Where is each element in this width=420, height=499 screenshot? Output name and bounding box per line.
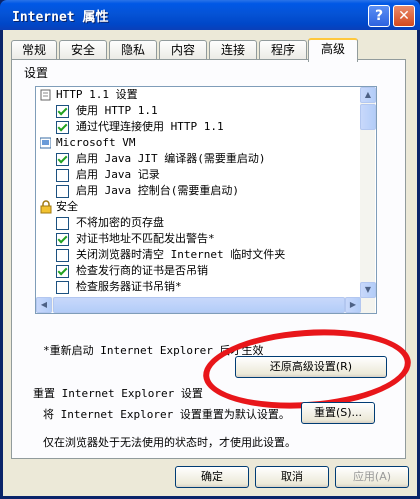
list-item[interactable]: 不将加密的页存盘 (56, 215, 164, 231)
checkbox[interactable] (56, 105, 69, 118)
checkbox[interactable] (56, 121, 69, 134)
list-item: HTTP 1.1 设置 (40, 87, 138, 103)
checkbox[interactable] (56, 217, 69, 230)
list-item-label: 不将加密的页存盘 (76, 216, 164, 229)
list-item[interactable]: 关闭浏览器时清空 Internet 临时文件夹 (56, 247, 285, 263)
tab-content[interactable]: 内容 (159, 40, 207, 59)
list-item-label: 检查发行商的证书是否吊销 (76, 264, 208, 277)
cancel-button[interactable]: 取消 (255, 466, 329, 488)
reset-section-label: 重置 Internet Explorer 设置 (33, 387, 203, 400)
list-item-label: Microsoft VM (56, 136, 136, 149)
list-item[interactable]: 启用 Java 记录 (56, 167, 160, 183)
checkbox[interactable] (56, 169, 69, 182)
list-item[interactable]: 检查服务器证书吊销* (56, 279, 182, 295)
checkbox[interactable] (56, 249, 69, 262)
close-button[interactable]: ✕ (393, 5, 415, 27)
list-item-label: 安全 (56, 200, 78, 213)
tab-connections[interactable]: 连接 (209, 40, 257, 59)
checkbox[interactable] (56, 265, 69, 278)
horizontal-scroll-thumb[interactable] (53, 297, 345, 313)
lock-icon (40, 200, 52, 214)
checkbox[interactable] (56, 185, 69, 198)
settings-category-icon (40, 89, 51, 101)
list-item[interactable]: 使用 HTTP 1.1 (56, 103, 158, 119)
scroll-left-button[interactable]: ◀ (36, 297, 52, 313)
checkbox[interactable] (56, 233, 69, 246)
tab-advanced[interactable]: 高级 (308, 38, 358, 62)
title-bar[interactable]: Internet 属性 ? ✕ (0, 0, 420, 30)
list-item-label: 通过代理连接使用 HTTP 1.1 (76, 120, 224, 133)
internet-properties-window: Internet 属性 ? ✕ 常规 安全 隐私 内容 连接 程序 高级 设置 … (0, 0, 420, 499)
list-item-label: 启用 Java JIT 编译器(需要重启动) (76, 152, 266, 165)
checkbox[interactable] (56, 153, 69, 166)
help-button[interactable]: ? (368, 5, 390, 27)
list-item-label: 启用 Java 控制台(需要重启动) (76, 184, 239, 197)
list-item[interactable]: 检查发行商的证书是否吊销 (56, 263, 208, 279)
list-item[interactable]: 启用 Java JIT 编译器(需要重启动) (56, 151, 265, 167)
microsoft-vm-icon (39, 137, 52, 149)
list-item[interactable]: 对证书地址不匹配发出警告* (56, 231, 215, 247)
list-item-label: HTTP 1.1 设置 (56, 88, 138, 101)
list-item-label: 对证书地址不匹配发出警告* (76, 232, 215, 245)
list-item[interactable]: 通过代理连接使用 HTTP 1.1 (56, 119, 224, 135)
reset-description: 将 Internet Explorer 设置重置为默认设置。 (43, 408, 290, 421)
ok-button[interactable]: 确定 (175, 466, 249, 488)
list-item: Microsoft VM (39, 135, 136, 151)
list-item-label: 使用 HTTP 1.1 (76, 104, 158, 117)
tab-programs[interactable]: 程序 (259, 40, 307, 59)
tab-security[interactable]: 安全 (59, 40, 107, 59)
scroll-thumb[interactable] (360, 104, 376, 130)
scroll-down-button[interactable]: ▼ (360, 282, 376, 298)
reset-button[interactable]: 重置(S)... (301, 402, 375, 424)
list-item-label: 启用 Java 记录 (76, 168, 160, 181)
horizontal-scrollbar[interactable]: ◀ ▶ (36, 297, 361, 313)
dialog-client-area: 常规 安全 隐私 内容 连接 程序 高级 设置 HTTP 1.1 设置 使用 H… (3, 30, 417, 496)
apply-button[interactable]: 应用(A) (335, 466, 409, 488)
list-item: 安全 (40, 199, 78, 215)
settings-list[interactable]: HTTP 1.1 设置 使用 HTTP 1.1 通过代理连接使用 HTTP 1.… (35, 86, 377, 314)
scroll-up-button[interactable]: ▲ (360, 87, 376, 103)
window-title: Internet 属性 (12, 10, 109, 25)
settings-group-label: 设置 (21, 64, 52, 81)
list-item-label: 关闭浏览器时清空 Internet 临时文件夹 (76, 248, 286, 261)
list-item-label: 检查服务器证书吊销* (76, 280, 182, 293)
tab-privacy[interactable]: 隐私 (109, 40, 157, 59)
vertical-scrollbar[interactable]: ▲ ▼ (360, 87, 376, 313)
scroll-right-button[interactable]: ▶ (345, 297, 361, 313)
reset-note: 仅在浏览器处于无法使用的状态时，才使用此设置。 (43, 436, 296, 449)
tab-general[interactable]: 常规 (11, 40, 57, 59)
list-item[interactable]: 启用 Java 控制台(需要重启动) (56, 183, 239, 199)
checkbox[interactable] (56, 281, 69, 294)
